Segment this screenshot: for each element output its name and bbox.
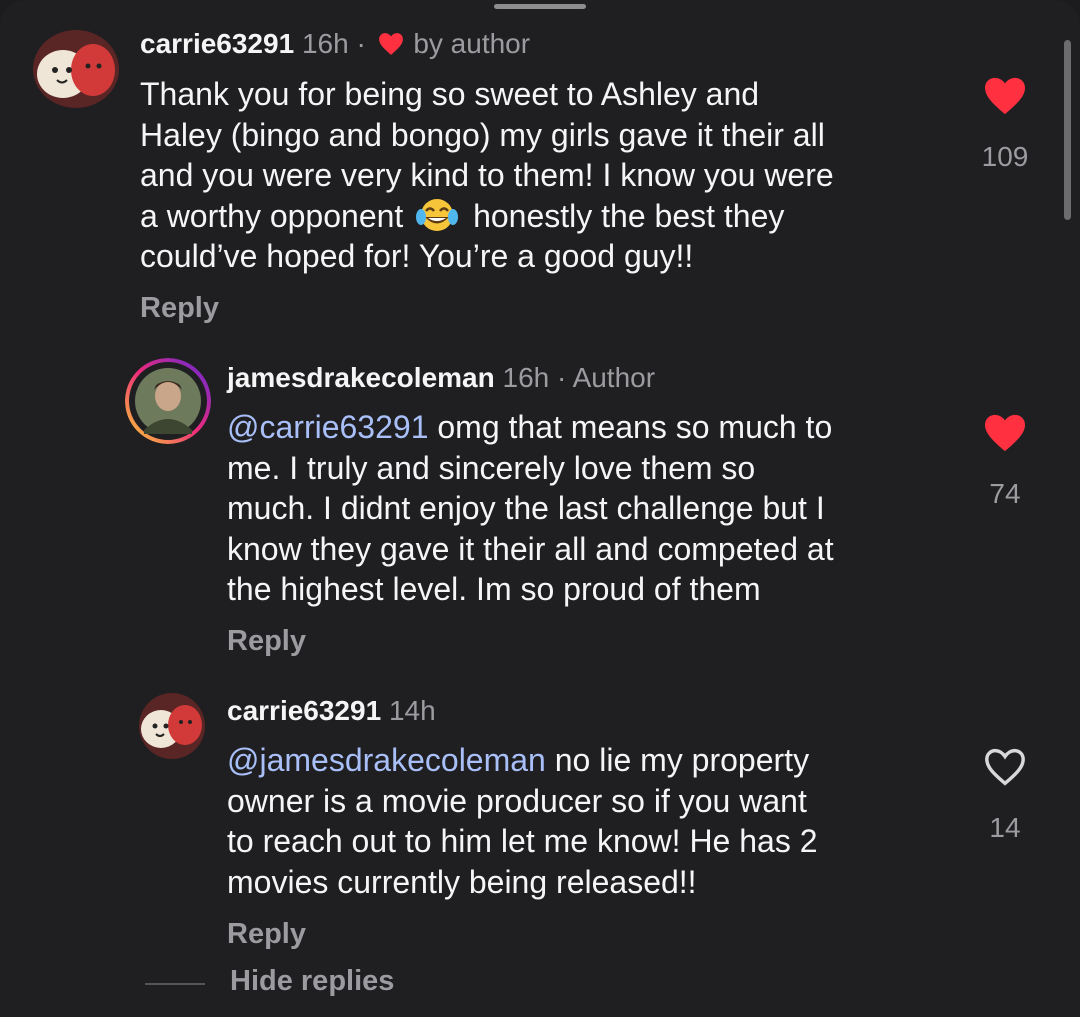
avatar-with-story-ring[interactable] — [125, 358, 211, 444]
separator: · — [356, 28, 366, 59]
divider — [145, 983, 205, 985]
like-control[interactable]: 74 — [970, 413, 1040, 510]
scrollbar[interactable] — [1064, 40, 1071, 220]
comment-text: @jamesdrakecoleman no lie my property ow… — [227, 740, 818, 902]
comment-line: Thank you for being so sweet to Ashley a… — [140, 76, 760, 112]
comment-line: to reach out to him let me know! He has … — [227, 823, 818, 859]
avatar[interactable] — [33, 30, 119, 108]
comment-line-with-emoji: a worthy opponent honestly the best they — [140, 196, 834, 237]
like-control[interactable]: 14 — [970, 747, 1040, 844]
avatar[interactable] — [139, 693, 205, 759]
comment-fragment: a worthy opponent — [140, 197, 404, 234]
mention-link[interactable]: @carrie63291 — [227, 409, 428, 445]
like-count: 14 — [989, 812, 1021, 843]
comment-line: movies currently being released!! — [227, 863, 697, 900]
like-count: 109 — [981, 141, 1029, 172]
comment-line: Haley (bingo and bongo) my girls gave it… — [140, 116, 825, 153]
comment-line: know they gave it their all and competed… — [227, 530, 834, 567]
comment-text: @carrie63291 omg that means so much to m… — [227, 407, 834, 610]
comment-meta: carrie63291 14h — [227, 695, 436, 727]
comment-text: Thank you for being so sweet to Ashley a… — [140, 74, 834, 277]
comment-line: me. I truly and sincerely love them so — [227, 449, 756, 486]
comments-sheet: carrie63291 16h · by author Thank you fo… — [0, 0, 1080, 1017]
author-badge: Author — [572, 362, 656, 393]
author-badge: by author — [413, 28, 531, 59]
like-control[interactable]: 109 — [970, 76, 1040, 173]
heart-outline-icon[interactable] — [983, 747, 1027, 787]
comment-line: @jamesdrakecoleman no lie my property — [227, 740, 818, 781]
comment-line: the highest level. Im so proud of them — [227, 571, 761, 607]
reply-button[interactable]: Reply — [227, 918, 306, 951]
comment-meta: jamesdrakecoleman 16h · Author — [227, 362, 655, 394]
username[interactable]: carrie63291 — [227, 695, 381, 726]
heart-filled-icon[interactable] — [983, 76, 1027, 116]
timestamp: 16h — [502, 362, 550, 393]
comment-meta: carrie63291 16h · by author — [140, 28, 530, 60]
comment-fragment: honestly the best they — [473, 197, 785, 234]
hide-replies-button[interactable]: Hide replies — [230, 965, 394, 998]
drag-handle[interactable] — [494, 4, 586, 9]
comment-fragment: omg that means so much to — [437, 409, 833, 445]
comment-fragment: no lie my property — [554, 742, 810, 778]
heart-icon — [378, 33, 403, 55]
reply-button[interactable]: Reply — [227, 625, 306, 658]
comment-line: could’ve hoped for! You’re a good guy!! — [140, 238, 694, 274]
reply-button[interactable]: Reply — [140, 292, 219, 325]
username[interactable]: jamesdrakecoleman — [227, 362, 495, 393]
comment-line: owner is a movie producer so if you want — [227, 782, 807, 819]
mention-link[interactable]: @jamesdrakecoleman — [227, 742, 546, 778]
comment-line: and you were very kind to them! I know y… — [140, 157, 834, 193]
timestamp: 16h — [301, 28, 349, 59]
face-with-tears-of-joy-emoji — [416, 198, 459, 231]
username[interactable]: carrie63291 — [140, 28, 294, 59]
like-count: 74 — [989, 478, 1021, 509]
comment-line: much. I didnt enjoy the last challenge b… — [227, 490, 825, 526]
separator: · — [557, 362, 567, 393]
heart-filled-icon[interactable] — [983, 413, 1027, 453]
comment-line: @carrie63291 omg that means so much to — [227, 407, 834, 448]
timestamp: 14h — [388, 695, 436, 726]
